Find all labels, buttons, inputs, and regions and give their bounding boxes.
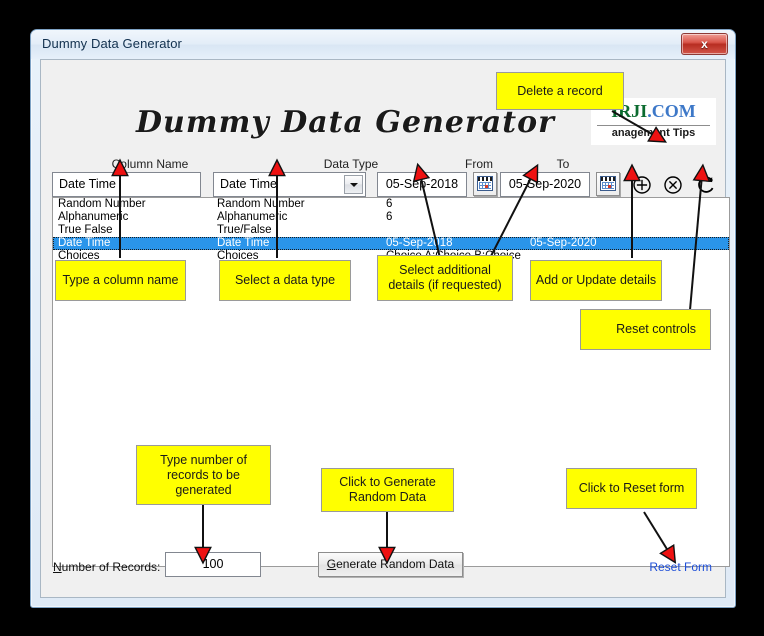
refresh-icon — [697, 176, 713, 193]
callout-add-update: Add or Update details — [530, 260, 662, 301]
add-update-button[interactable] — [627, 172, 656, 197]
to-date-input[interactable]: 05-Sep-2020 — [500, 172, 590, 197]
list-cell-detail1: 05-Sep-2018 — [386, 237, 453, 249]
records-count-input[interactable]: 100 — [165, 552, 261, 577]
form-footer: Number of Records: 100 Generate Random D… — [41, 543, 725, 597]
list-cell-type: True/False — [217, 224, 272, 236]
list-cell-type: Alphanumeric — [217, 211, 288, 223]
reset-controls-button[interactable] — [691, 172, 720, 197]
list-cell-name: Random Number — [58, 198, 146, 210]
list-cell-type: Random Number — [217, 198, 305, 210]
list-item[interactable]: True False True/False — [53, 224, 729, 237]
data-type-select[interactable]: Date Time — [213, 172, 366, 197]
callout-select-data-type: Select a data type — [219, 260, 351, 301]
list-cell-name: True False — [58, 224, 113, 236]
label-column-name: Column Name — [111, 157, 189, 171]
list-cell-detail2: 05-Sep-2020 — [530, 237, 597, 249]
callout-reset-controls: Reset controls — [580, 309, 711, 350]
list-item[interactable]: Alphanumeric Alphanumeric 6 — [53, 211, 729, 224]
window-title: Dummy Data Generator — [42, 36, 182, 51]
logo-tagline: anagement Tips — [611, 127, 696, 139]
from-calendar-button[interactable] — [473, 172, 497, 196]
list-cell-detail1: 6 — [386, 198, 393, 210]
column-name-input[interactable]: Date Time — [52, 172, 201, 197]
list-item-selected[interactable]: Date Time Date Time 05-Sep-2018 05-Sep-2… — [53, 237, 729, 250]
list-item[interactable]: Random Number Random Number 6 — [53, 198, 729, 211]
callout-delete-record: Delete a record — [496, 72, 624, 110]
callout-click-reset: Click to Reset form — [566, 468, 697, 509]
reset-form-link[interactable]: Reset Form — [649, 560, 712, 574]
list-cell-name: Date Time — [58, 237, 111, 249]
title-bar: Dummy Data Generator x — [31, 30, 735, 59]
callout-select-details: Select additional details (if requested) — [377, 255, 513, 301]
chevron-down-icon[interactable] — [344, 175, 363, 194]
circle-plus-icon — [632, 175, 651, 194]
label-to: To — [556, 157, 570, 171]
to-calendar-button[interactable] — [596, 172, 620, 196]
records-label: Number of Records: — [53, 560, 161, 574]
page-title: Dummy Data Generator — [136, 105, 555, 140]
list-cell-name: Alphanumeric — [58, 211, 129, 223]
list-cell-detail1: 6 — [386, 211, 393, 223]
delete-record-button[interactable] — [658, 172, 687, 197]
callout-click-generate: Click to Generate Random Data — [321, 468, 454, 512]
generate-random-data-button[interactable]: Generate Random Data — [318, 552, 463, 577]
callout-type-column-name: Type a column name — [55, 260, 186, 301]
circle-x-icon — [663, 175, 682, 194]
close-button[interactable]: x — [681, 33, 728, 55]
calendar-icon — [600, 176, 616, 191]
data-type-selected-value: Date Time — [220, 177, 277, 191]
close-icon: x — [701, 37, 708, 51]
list-cell-type: Date Time — [217, 237, 270, 249]
logo-divider — [597, 125, 710, 126]
from-date-input[interactable]: 05-Sep-2018 — [377, 172, 467, 197]
calendar-icon — [477, 176, 493, 191]
callout-type-number: Type number of records to be generated — [136, 445, 271, 505]
